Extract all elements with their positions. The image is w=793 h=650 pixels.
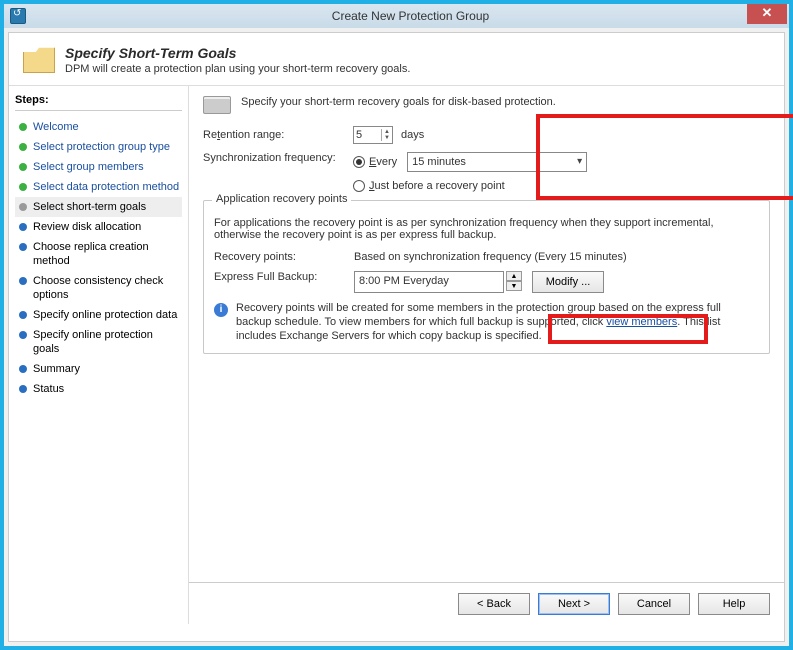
check-icon [19, 163, 27, 171]
step-welcome[interactable]: Welcome [15, 117, 182, 137]
steps-heading: Steps: [15, 94, 182, 111]
wizard-window: Create New Protection Group ✕ Specify Sh… [0, 0, 793, 650]
retention-spinner[interactable]: 5 ▲▼ [353, 126, 393, 144]
help-button[interactable]: Help [698, 593, 770, 615]
cancel-button[interactable]: Cancel [618, 593, 690, 615]
bullet-icon [19, 277, 27, 285]
scroll-up-icon[interactable]: ▲ [506, 271, 522, 281]
step-label: Status [33, 382, 64, 396]
bullet-icon [19, 365, 27, 373]
step-status: Status [15, 379, 182, 399]
bullet-icon [19, 203, 27, 211]
bullet-icon [19, 331, 27, 339]
content-area: Specify Short-Term Goals DPM will create… [8, 32, 785, 642]
modify-button[interactable]: Modify ... [532, 271, 604, 293]
close-button[interactable]: ✕ [747, 4, 787, 24]
step-short-term-goals: Select short-term goals [15, 197, 182, 217]
main-pane: Specify your short-term recovery goals f… [189, 86, 784, 624]
bullet-icon [19, 385, 27, 393]
header: Specify Short-Term Goals DPM will create… [9, 33, 784, 86]
step-online-data: Specify online protection data [15, 305, 182, 325]
sync-just-before-radio[interactable] [353, 180, 365, 192]
step-label: Select short-term goals [33, 200, 146, 214]
step-protection-method[interactable]: Select data protection method [15, 177, 182, 197]
sync-every-label: Every [369, 156, 397, 168]
step-label: Specify online protection goals [33, 328, 180, 356]
page-subtitle: DPM will create a protection plan using … [65, 63, 410, 75]
recovery-points-value: Based on synchronization frequency (Ever… [354, 251, 627, 263]
express-listbox[interactable]: 8:00 PM Everyday [354, 271, 504, 293]
check-icon [19, 123, 27, 131]
step-group-type[interactable]: Select protection group type [15, 137, 182, 157]
bullet-icon [19, 311, 27, 319]
sync-every-radio[interactable] [353, 156, 365, 168]
next-button[interactable]: Next > [538, 593, 610, 615]
intro-text: Specify your short-term recovery goals f… [241, 96, 556, 108]
page-title: Specify Short-Term Goals [65, 45, 410, 61]
step-link[interactable]: Welcome [33, 120, 79, 134]
step-link[interactable]: Select protection group type [33, 140, 170, 154]
check-icon [19, 143, 27, 151]
app-icon [10, 8, 26, 24]
step-label: Review disk allocation [33, 220, 141, 234]
express-label: Express Full Backup: [214, 271, 354, 283]
express-value: 8:00 PM Everyday [359, 275, 449, 287]
back-button[interactable]: < Back [458, 593, 530, 615]
step-label: Choose consistency check options [33, 274, 180, 302]
spinner-arrows-icon[interactable]: ▲▼ [381, 129, 390, 141]
button-bar: < Back Next > Cancel Help [189, 582, 784, 624]
check-icon [19, 183, 27, 191]
step-consistency-check: Choose consistency check options [15, 271, 182, 305]
step-label: Specify online protection data [33, 308, 177, 322]
express-scroll[interactable]: ▲ ▼ [506, 271, 522, 291]
step-label: Summary [33, 362, 80, 376]
bullet-icon [19, 223, 27, 231]
scroll-down-icon[interactable]: ▼ [506, 281, 522, 291]
folder-icon [23, 45, 55, 73]
group-description: For applications the recovery point is a… [214, 217, 759, 241]
chevron-down-icon: ▾ [577, 156, 582, 167]
step-online-goals: Specify online protection goals [15, 325, 182, 359]
steps-pane: Steps: Welcome Select protection group t… [9, 86, 189, 624]
step-replica-method: Choose replica creation method [15, 237, 182, 271]
step-disk-allocation: Review disk allocation [15, 217, 182, 237]
retention-value: 5 [356, 129, 362, 141]
step-group-members[interactable]: Select group members [15, 157, 182, 177]
retention-label: Retention range: [203, 129, 343, 141]
step-summary: Summary [15, 359, 182, 379]
step-label: Choose replica creation method [33, 240, 180, 268]
sync-label: Synchronization frequency: [203, 152, 343, 164]
window-title: Create New Protection Group [32, 9, 789, 23]
sync-interval-combo[interactable]: 15 minutes ▾ [407, 152, 587, 172]
info-icon: i [214, 303, 228, 317]
step-link[interactable]: Select group members [33, 160, 144, 174]
recovery-points-label: Recovery points: [214, 251, 354, 263]
recovery-points-group: Application recovery points For applicat… [203, 200, 770, 354]
disk-icon [203, 96, 231, 114]
title-bar: Create New Protection Group ✕ [4, 4, 789, 28]
retention-unit: days [401, 129, 424, 141]
group-legend: Application recovery points [212, 193, 351, 205]
sync-interval-value: 15 minutes [412, 156, 466, 168]
step-link[interactable]: Select data protection method [33, 180, 179, 194]
bullet-icon [19, 243, 27, 251]
view-members-link[interactable]: view members [606, 316, 677, 328]
info-text: Recovery points will be created for some… [236, 301, 759, 343]
sync-just-before-label: Just before a recovery point [369, 180, 505, 192]
